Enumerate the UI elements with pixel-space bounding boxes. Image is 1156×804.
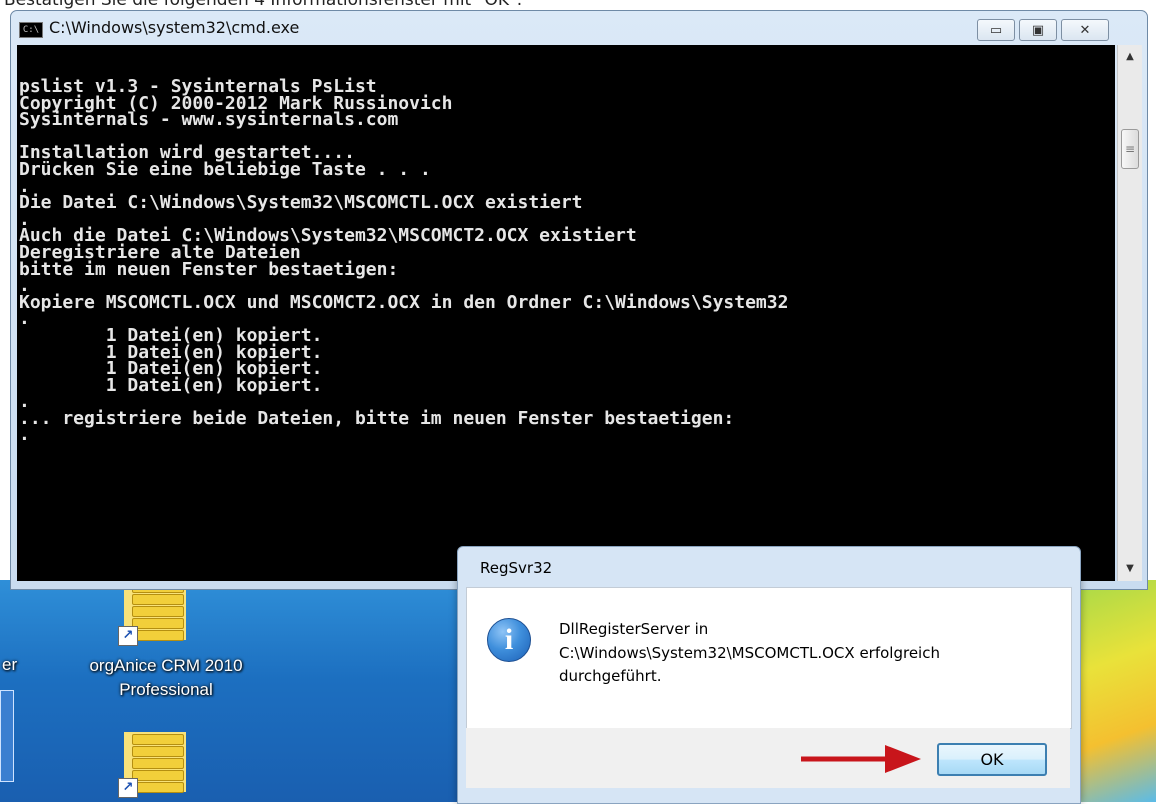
cmd-titlebar[interactable]: C:\ C:\Windows\system32\cmd.exe ▭ ▣ ✕ (11, 11, 1147, 45)
dialog-message: DllRegisterServer in C:\Windows\System32… (559, 618, 940, 689)
regsvr32-dialog: RegSvr32 i DllRegisterServer in C:\Windo… (457, 546, 1081, 804)
shortcut-arrow-icon: ↗ (118, 778, 138, 798)
red-arrow-icon (801, 745, 921, 773)
desktop-icon-fragment[interactable] (0, 690, 14, 782)
cmd-window-title: C:\Windows\system32\cmd.exe (49, 18, 300, 37)
dialog-message-line: C:\Windows\System32\MSCOMCTL.OCX erfolgr… (559, 643, 940, 662)
dialog-body: i DllRegisterServer in C:\Windows\System… (466, 587, 1072, 729)
dialog-message-line: durchgeführt. (559, 667, 662, 685)
scroll-thumb[interactable]: ≡ (1121, 129, 1139, 169)
shortcut-arrow-icon: ↗ (118, 626, 138, 646)
vertical-scrollbar[interactable]: ▲ ≡ ▼ (1117, 45, 1142, 581)
page-caption: Bestätigen Sie die folgenden 4 Informati… (4, 0, 523, 10)
desktop-icon-label-line1: orgAnice CRM 2010 (89, 656, 243, 675)
desktop-icon-label[interactable]: orgAnice CRM 2010 Professional (56, 654, 276, 702)
console-output[interactable]: pslist v1.3 - Sysinternals PsList Copyri… (17, 45, 1115, 581)
ok-button[interactable]: OK (937, 743, 1047, 776)
cmd-window: C:\ C:\Windows\system32\cmd.exe ▭ ▣ ✕ ps… (10, 10, 1148, 590)
info-icon: i (487, 618, 531, 662)
desktop-icon-label-line2: Professional (119, 680, 213, 699)
desktop-shortcut-icon-2[interactable]: ↗ (118, 730, 190, 798)
minimize-button[interactable]: ▭ (977, 19, 1015, 41)
scroll-up-icon[interactable]: ▲ (1118, 45, 1142, 69)
dialog-title: RegSvr32 (480, 559, 553, 577)
console-text: pslist v1.3 - Sysinternals PsList Copyri… (19, 76, 789, 446)
scroll-down-icon[interactable]: ▼ (1118, 557, 1142, 581)
maximize-button[interactable]: ▣ (1019, 19, 1057, 41)
close-button[interactable]: ✕ (1061, 19, 1109, 41)
desktop-icon-label-fragment: er (2, 655, 18, 674)
cmd-icon: C:\ (19, 22, 43, 38)
dialog-message-line: DllRegisterServer in (559, 620, 709, 638)
